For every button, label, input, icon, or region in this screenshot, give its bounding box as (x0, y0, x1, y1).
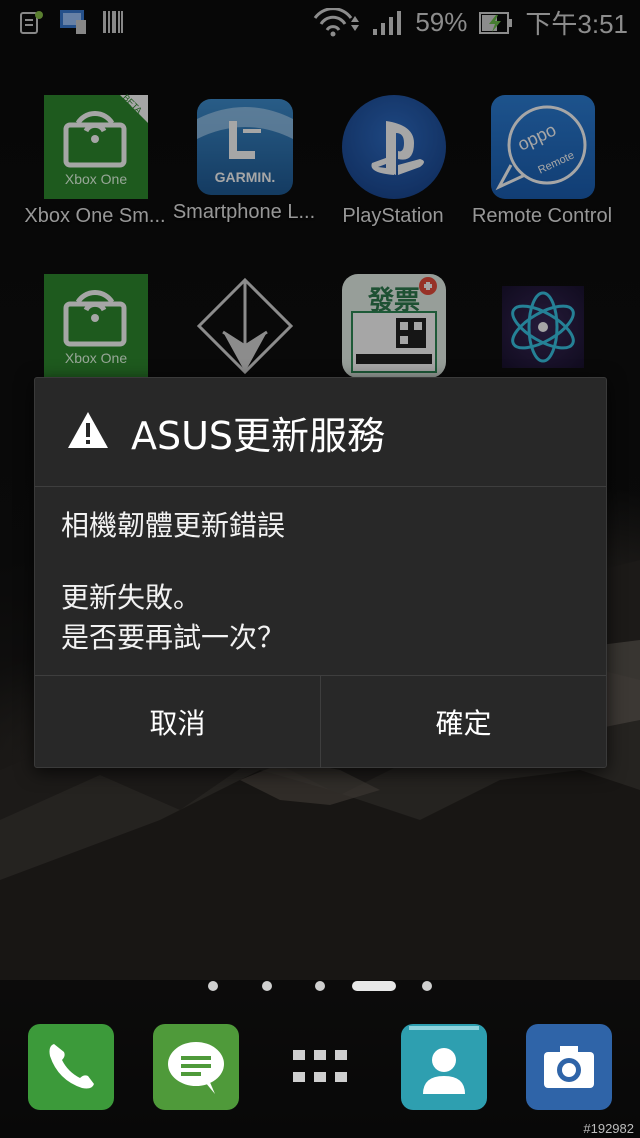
page-dot-current[interactable] (352, 981, 396, 991)
page-dot[interactable] (422, 981, 432, 991)
dialog-message-line: 更新失敗。 (61, 581, 202, 614)
dock-app-drawer[interactable] (277, 1024, 363, 1110)
watermark: #192982 (583, 1121, 634, 1136)
dock-messaging[interactable] (153, 1024, 239, 1110)
page-dot[interactable] (315, 981, 325, 991)
update-error-dialog: ASUS更新服務 相機韌體更新錯誤 更新失敗。 是否要再試一次？ 取消 確定 (34, 377, 607, 768)
page-dot[interactable] (262, 981, 272, 991)
dock-camera[interactable] (526, 1024, 612, 1110)
page-dot[interactable] (208, 981, 218, 991)
page-indicator[interactable] (0, 978, 640, 994)
messaging-icon (168, 1042, 224, 1094)
contacts-icon (409, 1026, 479, 1094)
dock-phone[interactable] (28, 1024, 114, 1110)
app-drawer-icon (293, 1050, 347, 1082)
dialog-message-line: 是否要再試一次？ (61, 621, 286, 654)
dialog-button-bar: 取消 確定 (35, 675, 606, 768)
dialog-message-line: 相機韌體更新錯誤 (61, 509, 286, 542)
camera-icon (544, 1046, 594, 1088)
phone-icon (49, 1044, 94, 1089)
warning-icon (68, 412, 108, 448)
dock-contacts[interactable] (401, 1024, 487, 1110)
dialog-title: ASUS更新服務 (131, 414, 386, 458)
cancel-button[interactable]: 取消 (35, 676, 321, 768)
dialog-header: ASUS更新服務 (35, 378, 606, 487)
dialog-message: 相機韌體更新錯誤 更新失敗。 是否要再試一次？ (61, 506, 581, 658)
ok-button[interactable]: 確定 (321, 676, 606, 768)
